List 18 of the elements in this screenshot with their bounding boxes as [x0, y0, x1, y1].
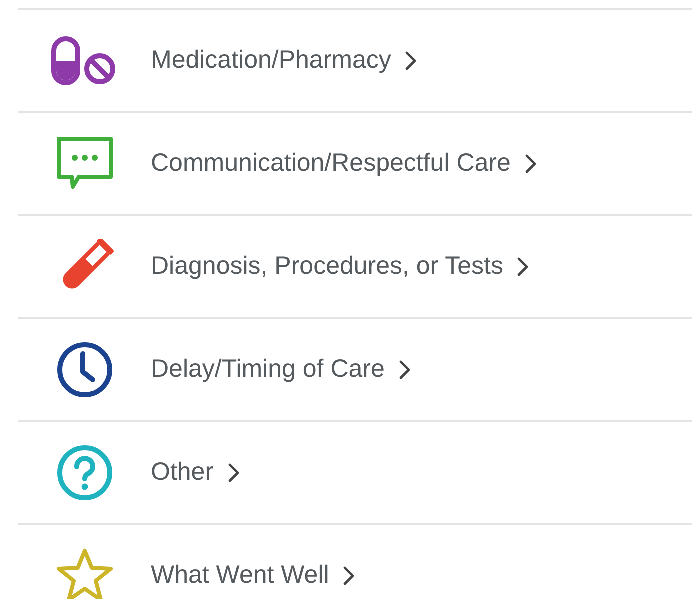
chevron-icon: [517, 256, 530, 276]
category-row[interactable]: Diagnosis, Procedures, or Tests: [18, 216, 692, 319]
category-label: Other: [151, 458, 214, 487]
category-label: Delay/Timing of Care: [151, 355, 385, 384]
category-row[interactable]: Delay/Timing of Care: [18, 319, 692, 422]
category-label: What Went Well: [151, 561, 330, 590]
category-label: Medication/Pharmacy: [151, 46, 392, 75]
chevron-icon: [228, 462, 240, 482]
category-row[interactable]: Other: [18, 422, 692, 525]
category-row[interactable]: What Went Well: [18, 525, 692, 599]
category-row[interactable]: Communication/Respectful Care: [18, 113, 692, 216]
chevron-icon: [398, 360, 411, 380]
chevron-icon: [405, 50, 418, 70]
chevron-icon: [524, 154, 537, 174]
chevron-icon: [343, 566, 356, 586]
category-label: Diagnosis, Procedures, or Tests: [151, 252, 504, 281]
category-label: Communication/Respectful Care: [151, 149, 511, 178]
category-row[interactable]: Medication/Pharmacy: [18, 10, 692, 113]
